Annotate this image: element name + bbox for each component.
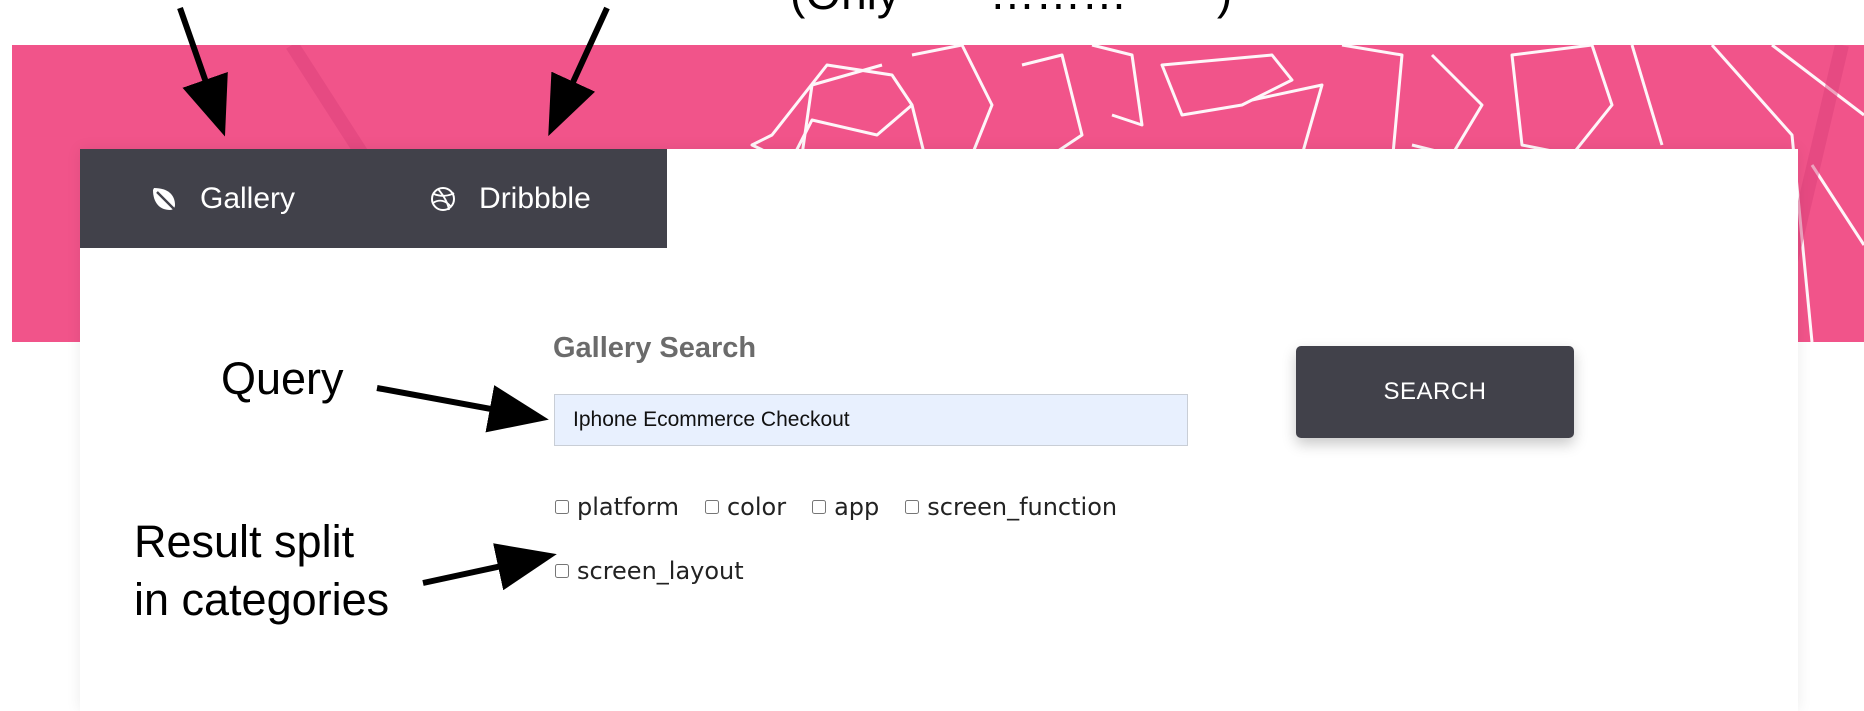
category-option-platform[interactable]: platform bbox=[553, 490, 679, 524]
nav-tab-gallery[interactable]: Gallery bbox=[150, 182, 295, 216]
dribbble-icon bbox=[431, 186, 456, 211]
search-button[interactable]: SEARCH bbox=[1296, 346, 1574, 438]
annotation-result-label: Result split in categories bbox=[134, 513, 454, 629]
nav-gallery-label: Gallery bbox=[200, 181, 296, 215]
category-option-screen-layout[interactable]: screen_layout bbox=[553, 554, 744, 588]
screen-layout-checkbox[interactable] bbox=[555, 564, 569, 578]
nav-tab-dribbble[interactable]: Dribbble bbox=[429, 182, 591, 216]
platform-checkbox[interactable] bbox=[555, 500, 569, 514]
category-label: screen_function bbox=[927, 493, 1118, 521]
search-query-input[interactable] bbox=[554, 394, 1188, 446]
annotation-result-line-2: in categories bbox=[134, 574, 390, 625]
annotation-query-label: Query bbox=[221, 353, 344, 404]
category-label: app bbox=[834, 493, 880, 521]
app-checkbox[interactable] bbox=[812, 500, 827, 514]
screen-function-checkbox[interactable] bbox=[905, 500, 920, 514]
top-nav: Gallery Dribbble bbox=[80, 149, 667, 248]
annotation-result-line-1: Result split bbox=[134, 516, 355, 567]
category-option-screen-function[interactable]: screen_function bbox=[903, 490, 1117, 524]
leaf-icon bbox=[153, 187, 175, 210]
category-option-app[interactable]: app bbox=[810, 490, 879, 524]
gallery-search-title: Gallery Search bbox=[553, 332, 757, 364]
category-label: screen_layout bbox=[577, 557, 744, 585]
annotation-top-cut-text: (Only ……… ) bbox=[790, 0, 1232, 20]
color-checkbox[interactable] bbox=[704, 500, 719, 514]
nav-dribbble-label: Dribbble bbox=[479, 181, 591, 215]
category-option-color[interactable]: color bbox=[703, 490, 786, 524]
category-checkbox-group: platform color app screen_function scree… bbox=[553, 490, 1153, 588]
category-label: color bbox=[726, 493, 787, 521]
category-label: platform bbox=[577, 493, 679, 521]
